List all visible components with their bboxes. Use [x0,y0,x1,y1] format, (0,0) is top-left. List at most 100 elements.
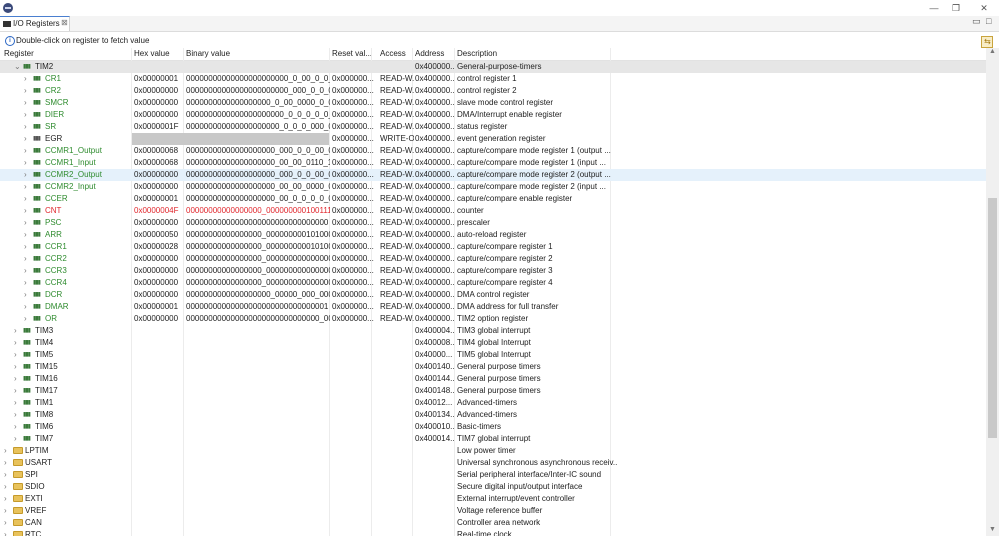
expand-chevron-icon[interactable]: › [24,74,27,83]
table-row[interactable]: › ▮▮▮ TIM1 0x40012... Advanced-timers [0,397,986,409]
table-row[interactable]: › CAN Controller area network [0,517,986,529]
cell-register: SMCR [45,98,69,107]
table-row[interactable]: › ▮▮▮ DCR 0x00000000 0000000000000000000_000… [0,289,986,301]
table-row[interactable]: › ▮▮▮ CCR2 0x00000000 00000000000000000_0000… [0,253,986,265]
table-row[interactable]: › ▮▮▮ CCMR2_Output 0x00000000 00000000000000… [0,169,986,181]
column-header-address[interactable]: Address [415,49,444,58]
table-row[interactable]: › SPI Serial peripheral interface/Inter-IC… [0,469,986,481]
expand-chevron-icon[interactable]: › [14,326,17,335]
refresh-button[interactable]: ⇆ [981,36,993,48]
column-header-reset-value[interactable]: Reset val... [332,49,372,58]
table-row[interactable]: › ▮▮▮ CCMR1_Output 0x00000068 00000000000000… [0,145,986,157]
expand-chevron-icon[interactable]: › [14,350,17,359]
expand-chevron-icon[interactable]: › [24,170,27,179]
table-row[interactable]: › EXTI External interrupt/event controller [0,493,986,505]
expand-chevron-icon[interactable]: › [24,278,27,287]
expand-chevron-icon[interactable]: › [4,518,7,527]
expand-chevron-icon[interactable]: › [24,110,27,119]
table-row[interactable]: › ▮▮▮ CR2 0x00000000 00000000000000000000000… [0,85,986,97]
table-row[interactable]: › ▮▮▮ OR 0x00000000 000000000000000000000000… [0,313,986,325]
scroll-down-icon[interactable]: ▼ [989,526,996,533]
table-row[interactable]: › USART Universal synchronous asynchronous… [0,457,986,469]
table-row[interactable]: › ▮▮▮ TIM7 0x400014... TIM7 global interrupt [0,433,986,445]
expand-chevron-icon[interactable]: › [4,494,7,503]
table-row[interactable]: › ▮▮▮ CCMR1_Input 0x00000068 000000000000000… [0,157,986,169]
table-row[interactable]: › ▮▮▮ TIM3 0x400004... TIM3 global interrupt [0,325,986,337]
table-row[interactable]: › ▮▮▮ CCR3 0x00000000 00000000000000000_0000… [0,265,986,277]
expand-chevron-icon[interactable]: › [24,254,27,263]
view-maximize-icon[interactable]: □ [986,16,991,26]
expand-chevron-icon[interactable]: › [24,158,27,167]
expand-chevron-icon[interactable]: › [14,374,17,383]
column-header-access[interactable]: Access [380,49,406,58]
expand-chevron-icon[interactable]: › [4,470,7,479]
table-row[interactable]: › ▮▮▮ PSC 0x00000000 00000000000000000000000… [0,217,986,229]
table-row[interactable]: › ▮▮▮ TIM8 0x400134... Advanced-timers [0,409,986,421]
expand-chevron-icon[interactable]: › [14,398,17,407]
expand-chevron-icon[interactable]: › [4,446,7,455]
table-row[interactable]: › ▮▮▮ SMCR 0x00000000 0000000000000000000_0_… [0,97,986,109]
table-row[interactable]: › ▮▮▮ TIM15 0x400140... General purpose time… [0,361,986,373]
collapse-chevron-icon[interactable]: ⌄ [14,62,21,71]
expand-chevron-icon[interactable]: › [24,86,27,95]
expand-chevron-icon[interactable]: › [4,506,7,515]
expand-chevron-icon[interactable]: › [24,230,27,239]
table-row[interactable]: › SDIO Secure digital input/output interfa… [0,481,986,493]
expand-chevron-icon[interactable]: › [24,302,27,311]
expand-chevron-icon[interactable]: › [4,482,7,491]
table-row[interactable]: › ▮▮▮ CCMR2_Input 0x00000000 000000000000000… [0,181,986,193]
view-minimize-icon[interactable]: ▭ [972,16,981,27]
expand-chevron-icon[interactable]: › [14,434,17,443]
table-row[interactable]: › LPTIM Low power timer [0,445,986,457]
table-row[interactable]: › ▮▮▮ TIM4 0x400008... TIM4 global Interrupt [0,337,986,349]
expand-chevron-icon[interactable]: › [24,218,27,227]
scroll-up-icon[interactable]: ▲ [989,48,996,55]
expand-chevron-icon[interactable]: › [14,422,17,431]
expand-chevron-icon[interactable]: › [24,122,27,131]
tab-io-registers[interactable]: I/O Registers ⊠ [0,16,70,31]
table-row[interactable]: › ▮▮▮ CR1 0x00000001 00000000000000000000000… [0,73,986,85]
expand-chevron-icon[interactable]: › [14,386,17,395]
table-row[interactable]: › ▮▮▮ CNT 0x0000004F 00000000000000000_00000… [0,205,986,217]
expand-chevron-icon[interactable]: › [24,146,27,155]
tab-close-icon[interactable]: ⊠ [61,18,68,27]
table-row[interactable]: › ▮▮▮ DIER 0x00000000 0000000000000000000000… [0,109,986,121]
table-row[interactable]: ⌄ ▮▮▮ TIM2 0x400000... General-purpose-timer… [0,61,986,73]
expand-chevron-icon[interactable]: › [24,194,27,203]
minimize-button[interactable]: — [928,2,940,14]
expand-chevron-icon[interactable]: › [4,458,7,467]
column-header-register[interactable]: Register [4,49,34,58]
scrollbar-thumb[interactable] [988,198,997,438]
vertical-scrollbar[interactable]: ▲ ▼ [986,48,999,536]
close-window-button[interactable]: ✕ [978,2,990,14]
table-row[interactable]: › ▮▮▮ CCR4 0x00000000 00000000000000000_0000… [0,277,986,289]
expand-chevron-icon[interactable]: › [14,410,17,419]
expand-chevron-icon[interactable]: › [24,98,27,107]
expand-chevron-icon[interactable]: › [24,314,27,323]
expand-chevron-icon[interactable]: › [14,338,17,347]
table-row[interactable]: › ▮▮▮ TIM17 0x400148... General purpose time… [0,385,986,397]
table-row[interactable]: › ▮▮▮ CCER 0x00000001 00000000000000000000_0… [0,193,986,205]
expand-chevron-icon[interactable]: › [24,206,27,215]
table-row[interactable]: › ▮▮▮ TIM5 0x40000... TIM5 global Interrupt [0,349,986,361]
table-row[interactable]: › ▮▮▮ TIM16 0x400144... General purpose time… [0,373,986,385]
expand-chevron-icon[interactable]: › [4,530,7,536]
table-row[interactable]: › ▮▮▮ SR 0x0000001F 000000000000000000000_0_… [0,121,986,133]
expand-chevron-icon[interactable]: › [24,242,27,251]
column-header-description[interactable]: Description [457,49,497,58]
table-row[interactable]: › ▮▮▮ ARR 0x00000050 00000000000000000_00000… [0,229,986,241]
table-row[interactable]: › ▮▮▮ EGR 0x000000... WRITE-O...0x400000...e… [0,133,986,145]
expand-chevron-icon[interactable]: › [14,362,17,371]
table-row[interactable]: › RTC Real-time clock [0,529,986,536]
table-row[interactable]: › ▮▮▮ DMAR 0x00000001 0000000000000000000000… [0,301,986,313]
column-header-binary-value[interactable]: Binary value [186,49,230,58]
table-row[interactable]: › VREF Voltage reference buffer [0,505,986,517]
table-row[interactable]: › ▮▮▮ TIM6 0x400010... Basic-timers [0,421,986,433]
expand-chevron-icon[interactable]: › [24,134,27,143]
table-row[interactable]: › ▮▮▮ CCR1 0x00000028 00000000000000000_0000… [0,241,986,253]
expand-chevron-icon[interactable]: › [24,266,27,275]
column-header-hex-value[interactable]: Hex value [134,49,170,58]
restore-button[interactable]: ❐ [950,2,962,14]
expand-chevron-icon[interactable]: › [24,290,27,299]
expand-chevron-icon[interactable]: › [24,182,27,191]
